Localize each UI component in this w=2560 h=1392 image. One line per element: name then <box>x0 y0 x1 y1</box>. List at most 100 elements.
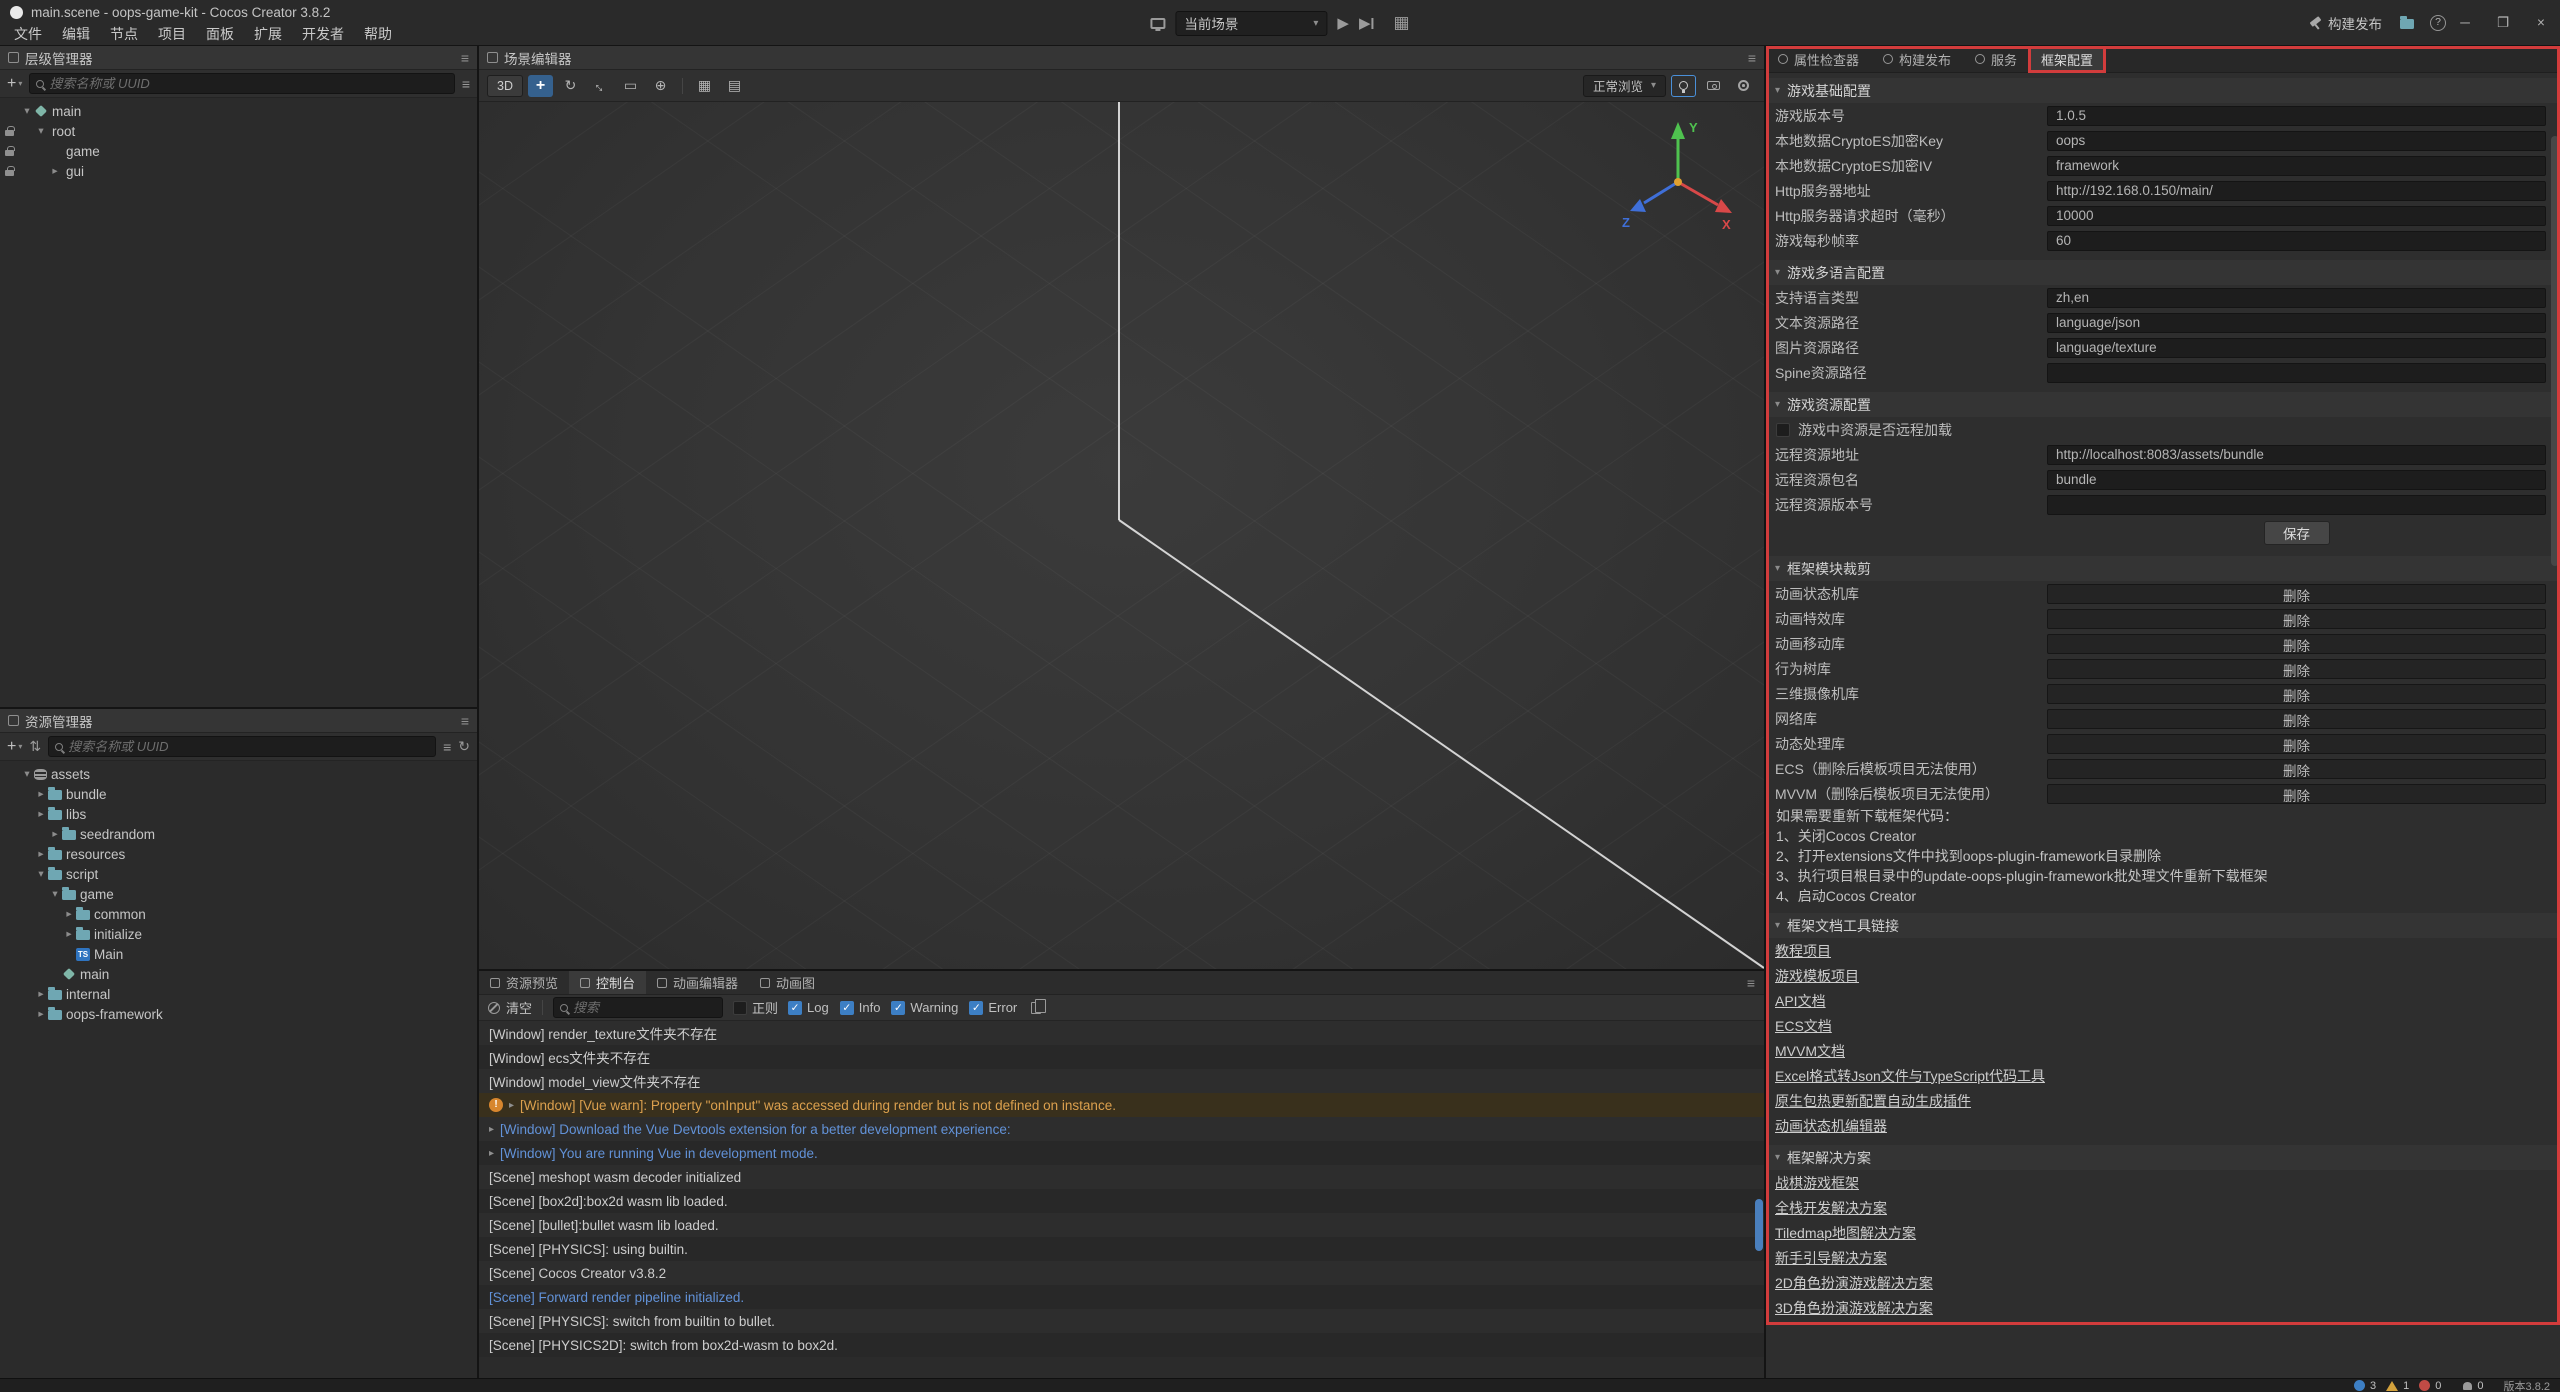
asset-node-seedrandom[interactable]: ▸seedrandom <box>0 824 477 844</box>
light-toggle-button[interactable] <box>1671 75 1696 97</box>
inspector-tab-3[interactable]: 服务 <box>1963 46 2029 72</box>
play-button[interactable]: ▶ <box>1337 14 1349 32</box>
doc-link[interactable]: 原生包热更新配置自动生成插件 <box>1775 1091 1971 1111</box>
caret-icon[interactable]: ▸ <box>62 908 76 920</box>
console-line[interactable]: [Scene] [box2d]:box2d wasm lib loaded. <box>479 1189 1764 1213</box>
doc-link[interactable]: Excel格式转Json文件与TypeScript代码工具 <box>1775 1066 2045 1086</box>
panel-menu-icon[interactable]: ≡ <box>1748 50 1756 66</box>
pivot-tool-button[interactable]: ⊕ <box>648 75 673 97</box>
delete-button[interactable]: 删除 <box>2047 634 2546 654</box>
caret-icon[interactable]: ▸ <box>34 788 48 800</box>
chevron-down-icon[interactable]: ▾ <box>1775 1152 1780 1163</box>
expand-caret-icon[interactable]: ▸ <box>489 1148 494 1159</box>
console-line[interactable]: ▸[Window] You are running Vue in develop… <box>479 1141 1764 1165</box>
console-search-input[interactable] <box>573 1000 716 1015</box>
gizmo-x-axis[interactable] <box>1678 182 1732 213</box>
chevron-down-icon[interactable]: ▾ <box>1775 563 1780 574</box>
field-input[interactable] <box>2047 470 2546 490</box>
console-line[interactable]: [Scene] [PHYSICS]: using builtin. <box>479 1237 1764 1261</box>
caret-icon[interactable]: ▾ <box>48 888 62 900</box>
field-input[interactable] <box>2047 206 2546 226</box>
section-header[interactable]: ▾游戏基础配置 <box>1766 78 2560 103</box>
doc-link[interactable]: 3D角色扮演游戏解决方案 <box>1775 1298 1933 1318</box>
hierarchy-node-game[interactable]: game <box>0 141 477 161</box>
menu-item-8[interactable]: 帮助 <box>354 23 402 45</box>
console-line[interactable]: [Scene] Forward render pipeline initiali… <box>479 1285 1764 1309</box>
add-node-button[interactable]: +▾ <box>7 75 22 93</box>
snap-tool-button[interactable]: ▦ <box>692 75 717 97</box>
orientation-gizmo[interactable]: Y X Z <box>1616 116 1736 236</box>
caret-icon[interactable]: ▸ <box>34 848 48 860</box>
hierarchy-node-root[interactable]: ▾root <box>0 121 477 141</box>
console-line[interactable]: [Scene] [PHYSICS]: switch from builtin t… <box>479 1309 1764 1333</box>
section-header[interactable]: ▾游戏多语言配置 <box>1766 260 2560 285</box>
scene-select[interactable]: 当前场景 ▾ <box>1175 11 1327 36</box>
warning-status-icon[interactable] <box>2386 1381 2398 1391</box>
sort-icon[interactable]: ⇅ <box>29 738 41 755</box>
caret-icon[interactable]: ▸ <box>48 828 62 840</box>
lock-icon[interactable] <box>5 150 14 156</box>
field-input[interactable] <box>2047 313 2546 333</box>
asset-node-bundle[interactable]: ▸bundle <box>0 784 477 804</box>
gizmo-z-axis[interactable] <box>1630 182 1678 212</box>
layout-grid-icon[interactable]: ▦ <box>1394 13 1410 33</box>
doc-link[interactable]: 全栈开发解决方案 <box>1775 1198 1887 1218</box>
console-tab-1[interactable]: 资源预览 <box>479 971 569 994</box>
menu-item-3[interactable]: 节点 <box>100 23 148 45</box>
delete-button[interactable]: 删除 <box>2047 584 2546 604</box>
build-publish-button[interactable]: 构建发布 <box>2328 13 2382 33</box>
asset-node-libs[interactable]: ▸libs <box>0 804 477 824</box>
copy-icon[interactable] <box>1031 1002 1041 1014</box>
caret-icon[interactable]: ▸ <box>48 165 62 177</box>
grid-tool-button[interactable]: ▤ <box>722 75 747 97</box>
doc-link[interactable]: 2D角色扮演游戏解决方案 <box>1775 1273 1933 1293</box>
console-line[interactable]: [Window] ecs文件夹不存在 <box>479 1045 1764 1069</box>
doc-link[interactable]: 游戏模板项目 <box>1775 966 1859 986</box>
inspector-tab-4[interactable]: 框架配置 <box>2029 46 2105 72</box>
delete-button[interactable]: 删除 <box>2047 784 2546 804</box>
asset-node-initialize[interactable]: ▸initialize <box>0 924 477 944</box>
asset-node-oops-framework[interactable]: ▸oops-framework <box>0 1004 477 1024</box>
field-input[interactable] <box>2047 338 2546 358</box>
menu-item-6[interactable]: 扩展 <box>244 23 292 45</box>
delete-button[interactable]: 删除 <box>2047 609 2546 629</box>
console-line[interactable]: [Window] render_texture文件夹不存在 <box>479 1021 1764 1045</box>
inspector-scrollbar[interactable] <box>2551 136 2559 566</box>
clear-console-icon[interactable] <box>488 1002 500 1014</box>
console-search[interactable] <box>553 997 723 1018</box>
inspector-tab-2[interactable]: 构建发布 <box>1871 46 1963 72</box>
lock-icon[interactable] <box>5 130 14 136</box>
chevron-down-icon[interactable]: ▾ <box>1775 920 1780 931</box>
hierarchy-node-main[interactable]: ▾main <box>0 101 477 121</box>
field-input[interactable] <box>2047 131 2546 151</box>
menu-item-5[interactable]: 面板 <box>196 23 244 45</box>
caret-icon[interactable]: ▾ <box>20 105 34 117</box>
doc-link[interactable]: 教程项目 <box>1775 941 1831 961</box>
field-input[interactable] <box>2047 445 2546 465</box>
console-tab-3[interactable]: 动画编辑器 <box>646 971 749 994</box>
menu-item-2[interactable]: 编辑 <box>52 23 100 45</box>
assets-search-input[interactable] <box>68 739 429 754</box>
console-scrollbar[interactable] <box>1755 1199 1763 1251</box>
menu-item-7[interactable]: 开发者 <box>292 23 354 45</box>
checkbox-icon[interactable]: ✓ <box>840 1001 854 1015</box>
caret-icon[interactable]: ▾ <box>34 868 48 880</box>
regex-toggle[interactable]: 正则 <box>733 998 778 1017</box>
caret-icon[interactable]: ▸ <box>34 988 48 1000</box>
lock-icon[interactable] <box>5 170 14 176</box>
doc-link[interactable]: MVVM文档 <box>1775 1041 1845 1061</box>
minimize-button[interactable]: ─ <box>2446 0 2484 46</box>
console-line[interactable]: [Scene] [PHYSICS2D]: switch from box2d-w… <box>479 1333 1764 1357</box>
delete-button[interactable]: 删除 <box>2047 684 2546 704</box>
scene-viewport[interactable]: Y X Z <box>479 102 1764 969</box>
section-header[interactable]: ▾框架模块裁剪 <box>1766 556 2560 581</box>
asset-node-script[interactable]: ▾script <box>0 864 477 884</box>
clear-console-button[interactable]: 清空 <box>506 998 532 1017</box>
section-header[interactable]: ▾框架解决方案 <box>1766 1145 2560 1170</box>
asset-node-resources[interactable]: ▸resources <box>0 844 477 864</box>
rotate-tool-button[interactable]: ↻ <box>558 75 583 97</box>
doc-link[interactable]: 动画状态机编辑器 <box>1775 1116 1887 1136</box>
filter-icon[interactable]: ≡ <box>462 76 470 92</box>
folder-icon[interactable] <box>2400 19 2414 29</box>
scene-settings-button[interactable] <box>1731 75 1756 97</box>
